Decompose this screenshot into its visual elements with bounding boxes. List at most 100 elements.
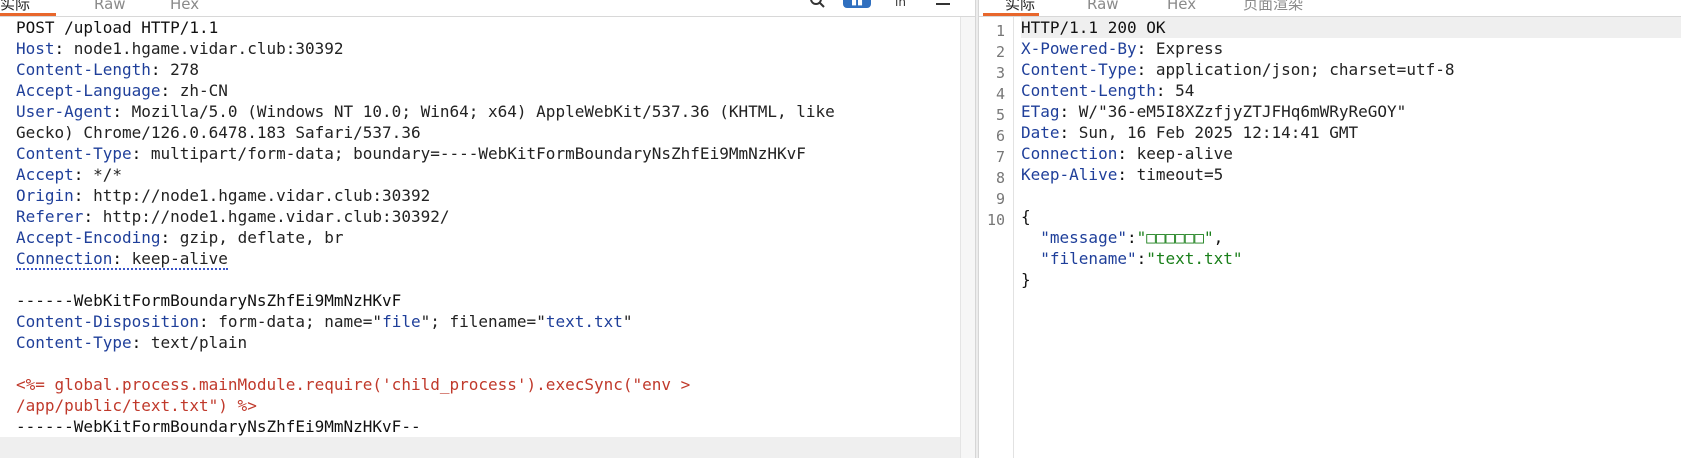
header-line: X-Powered-By: Express (1021, 39, 1224, 58)
boundary-line: ------WebKitFormBoundaryNsZhfEi9MmNzHKvF (0, 290, 975, 311)
status-text: HTTP/1.1 200 OK (1021, 18, 1166, 37)
header-value: */* (93, 165, 122, 184)
json-value: "text.txt" (1146, 249, 1243, 268)
request-tabbar: 实际 Raw Hex ▮▮ ln (0, 0, 975, 17)
tab-response-pretty[interactable]: 实际 (1005, 0, 1035, 14)
current-line[interactable] (0, 437, 961, 458)
status-line: HTTP/1.1 200 OK (1021, 17, 1681, 38)
header-value: Gecko) Chrome/126.0.6478.183 Safari/537.… (16, 123, 421, 142)
header-name: Accept-Encoding (16, 228, 161, 247)
line-number: 10 (986, 211, 1005, 229)
json-key: "message" (1040, 228, 1127, 247)
header-name: Content-Length (1021, 81, 1156, 100)
header-value: 54 (1175, 81, 1195, 100)
json-value: "□□□□□□" (1136, 228, 1214, 247)
header-name: Origin (16, 186, 74, 205)
header-value: http://node1.hgame.vidar.club:30392/ (102, 207, 450, 226)
tab-request-pretty[interactable]: 实际 (0, 0, 30, 14)
form-field-name: file (382, 312, 421, 331)
connection-header-underlined: Connection: keep-alive (16, 249, 228, 270)
header-name: Content-Disposition (16, 312, 200, 331)
header-value: form-data; name=" (218, 312, 383, 331)
header-line: ETag: W/"36-eM5I8XZzfjyZTJFHq6mWRyReGOY" (1021, 102, 1407, 121)
header-name: Connection (16, 249, 113, 268)
header-line: Connection: keep-alive (1021, 144, 1233, 163)
json-trail: , (1213, 228, 1224, 247)
json-brace: { (1021, 207, 1031, 226)
json-field: "message":"□□□□□□", (1021, 227, 1681, 248)
header-name: Content-Type (1021, 60, 1137, 79)
header-value: application/json; charset=utf-8 (1155, 60, 1455, 79)
header-value: keep-alive (131, 249, 228, 268)
header-value: 278 (170, 60, 200, 79)
json-brace: } (1021, 270, 1031, 289)
boundary-text: ------WebKitFormBoundaryNsZhfEi9MmNzHKvF (16, 291, 402, 310)
header-name: Connection (1021, 144, 1118, 163)
header-value: multipart/form-data; boundary=----WebKit… (150, 144, 806, 163)
header-line: Accept: */* (16, 165, 122, 184)
line-number: 2 (995, 43, 1005, 61)
header-name: ETag (1021, 102, 1060, 121)
header-line: Accept-Encoding: gzip, deflate, br (16, 228, 344, 247)
request-editor[interactable]: POST /upload HTTP/1.1 Host: node1.hgame.… (0, 17, 975, 458)
json-field: "filename":"text.txt" (1021, 248, 1681, 269)
request-scrollbar[interactable] (960, 17, 975, 458)
tab-request-hex[interactable]: Hex (170, 0, 199, 14)
line-wrap-icon[interactable]: ln (893, 0, 909, 9)
request-line: POST /upload HTTP/1.1 (0, 17, 975, 38)
header-value: "; filename=" (420, 312, 546, 331)
json-brace-close: } (1021, 269, 1681, 290)
header-value: text/plain (150, 333, 248, 352)
header-name: X-Powered-By (1021, 39, 1137, 58)
json-sep: : (1126, 228, 1137, 247)
header-value: http://node1.hgame.vidar.club:30392 (93, 186, 431, 205)
header-line: Date: Sun, 16 Feb 2025 12:14:41 GMT (1021, 123, 1359, 142)
payload-text: /app/public/text.txt") %> (16, 396, 257, 415)
header-name: Content-Type (16, 333, 132, 352)
line-number-gutter: 1 2 3 4 5 6 7 8 9 10 (979, 17, 1014, 458)
header-value: keep-alive (1136, 144, 1233, 163)
line-number: 7 (995, 148, 1005, 166)
json-brace-open: { (1021, 206, 1681, 227)
tab-response-render[interactable]: 页面渲染 (1243, 0, 1303, 14)
header-name: Accept-Language (16, 81, 161, 100)
header-line: Content-Length: 54 (1021, 81, 1195, 100)
header-line: Host: node1.hgame.vidar.club:30392 (16, 39, 344, 58)
panel-toggle-icon[interactable]: ▮▮ (843, 0, 871, 8)
header-line: Origin: http://node1.hgame.vidar.club:30… (16, 186, 431, 205)
header-name: Accept (16, 165, 74, 184)
line-number: 8 (995, 169, 1005, 187)
header-value: Sun, 16 Feb 2025 12:14:41 GMT (1078, 123, 1359, 142)
header-line: Content-Type: application/json; charset=… (1021, 60, 1455, 79)
menu-icon[interactable] (935, 0, 951, 8)
svg-text:ln: ln (895, 0, 906, 8)
header-value: gzip, deflate, br (179, 228, 344, 247)
header-name: Keep-Alive (1021, 165, 1118, 184)
tab-request-raw[interactable]: Raw (94, 0, 126, 14)
boundary-text: ------WebKitFormBoundaryNsZhfEi9MmNzHKvF… (16, 417, 421, 436)
request-line-text: POST /upload HTTP/1.1 (16, 18, 219, 37)
tab-response-hex[interactable]: Hex (1167, 0, 1196, 14)
response-code: HTTP/1.1 200 OK X-Powered-By: Express Co… (1021, 17, 1681, 290)
header-line: Content-Length: 278 (16, 60, 200, 79)
header-name: Referer (16, 207, 84, 226)
payload-line: <%= global.process.mainModule.require('c… (0, 374, 975, 395)
tab-response-raw[interactable]: Raw (1087, 0, 1119, 14)
line-number: 9 (995, 190, 1005, 208)
line-number: 1 (995, 22, 1005, 40)
json-key: "filename" (1040, 249, 1137, 268)
search-icon[interactable] (809, 0, 825, 8)
response-editor[interactable]: 1 2 3 4 5 6 7 8 9 10 HTTP/1.1 200 OK X-P… (979, 17, 1681, 458)
response-tabbar: 实际 Raw Hex 页面渲染 (979, 0, 1681, 17)
line-number: 5 (995, 106, 1005, 124)
header-line: Content-Type: multipart/form-data; bound… (16, 144, 806, 163)
json-sep: : (1136, 249, 1147, 268)
response-pane: 实际 Raw Hex 页面渲染 1 2 3 4 5 6 7 8 9 10 HTT… (979, 0, 1681, 458)
boundary-line: ------WebKitFormBoundaryNsZhfEi9MmNzHKvF… (0, 416, 975, 437)
header-continuation: Gecko) Chrome/126.0.6478.183 Safari/537.… (0, 122, 975, 143)
header-name: Content-Length (16, 60, 151, 79)
payload-text: <%= global.process.mainModule.require('c… (16, 375, 691, 394)
